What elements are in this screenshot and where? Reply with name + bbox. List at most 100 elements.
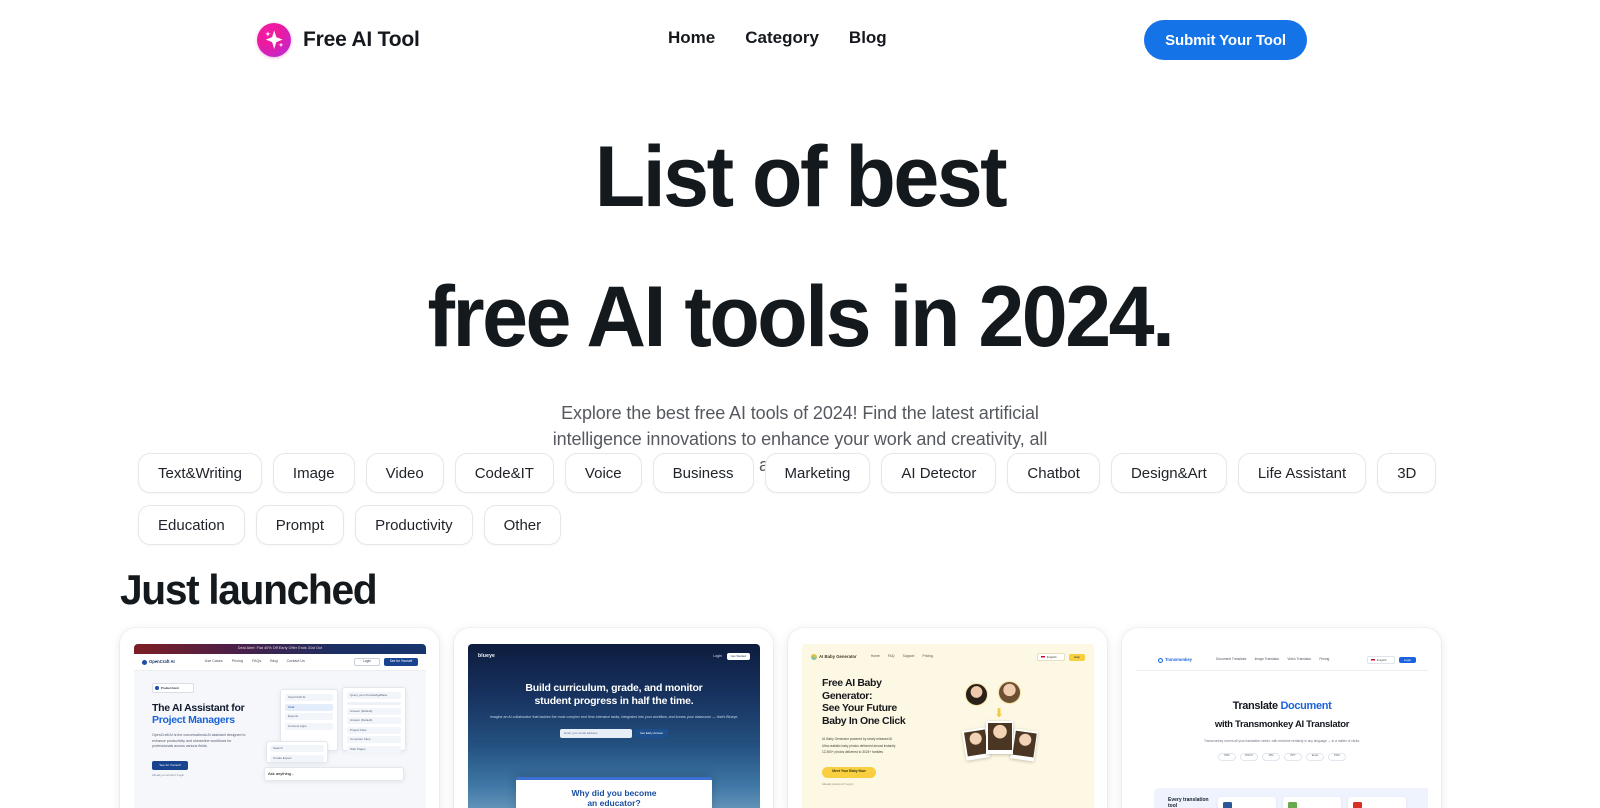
sparkle-icon <box>257 23 291 57</box>
promo-banner: Deal Alert: Flat 40% Off Early Offer End… <box>134 644 426 654</box>
login-button: Login <box>1398 656 1416 664</box>
panel-title: Every translation tool <box>1168 797 1209 808</box>
format-chip: PPT <box>1284 752 1302 761</box>
category-pill-ai-detector[interactable]: AI Detector <box>881 453 997 493</box>
search-panel: Search Create Expert <box>266 741 328 763</box>
tool-card-ai-baby-generator[interactable]: AI Baby Generator Home FAQ Support Prici… <box>788 628 1107 808</box>
category-pill-marketing[interactable]: Marketing <box>764 453 871 493</box>
tool-card-opencraft-ai[interactable]: Deal Alert: Flat 40% Off Early Offer End… <box>120 628 439 808</box>
category-pill-code-it[interactable]: Code&IT <box>454 453 554 493</box>
format-chip: PNG <box>1328 752 1346 761</box>
category-pill-other[interactable]: Other <box>483 505 562 545</box>
create-expert-button: Create Expert <box>270 754 324 762</box>
knowledge-base-panel: Query your KnowledgeBase Answer (Default… <box>342 687 406 753</box>
page-title-line-1: List of best <box>594 129 1008 225</box>
brand-logo[interactable]: Free AI Tool <box>257 23 420 57</box>
screenshot-nav-links: Document Translator Image Translator Vid… <box>1216 657 1329 662</box>
feature-bullets: #1 Baby Generator powered by newly relea… <box>822 736 948 756</box>
product-hunt-badge: Product Hunt <box>152 683 194 693</box>
early-access-button: Get Early Access <box>635 729 668 739</box>
help-button: Help <box>1068 653 1085 661</box>
overlay-card: Why did you become an educator? Were you… <box>516 777 712 808</box>
nav-link: Image Translator <box>1254 657 1280 662</box>
category-pill-image[interactable]: Image <box>272 453 355 493</box>
headline-prefix: Translate <box>1232 700 1281 712</box>
product-hunt-icon <box>155 686 159 690</box>
headline-line-1: Free AI Baby <box>822 677 882 689</box>
category-pill-voice[interactable]: Voice <box>564 453 642 493</box>
just-launched-card-grid: Deal Alert: Flat 40% Off Early Offer End… <box>120 628 1446 808</box>
nav-item-blog[interactable]: Blog <box>849 28 887 48</box>
brand-name: Free AI Tool <box>303 28 420 51</box>
screenshot-navbar: Transmonkey Document Translator Image Tr… <box>1136 644 1428 671</box>
transmonkey-brand: Transmonkey <box>1158 656 1192 663</box>
category-pill-chatbot[interactable]: Chatbot <box>1007 453 1100 493</box>
category-pill-business[interactable]: Business <box>652 453 754 493</box>
brand-label: Transmonkey <box>1165 656 1192 662</box>
screenshot-fine-print: Already joined us? Log in <box>822 781 854 786</box>
panel-option: Computer Files <box>347 736 401 743</box>
language-label: English <box>1376 657 1387 662</box>
category-pill-prompt[interactable]: Prompt <box>255 505 345 545</box>
screenshot-nav-links: Use Cases Pricing FAQs Blog Contact Us <box>204 659 305 664</box>
nav-link: FAQs <box>252 659 262 664</box>
screenshot-nav-right: Login Get Started <box>713 653 750 660</box>
email-signup-form: Enter your email address Get Early Acces… <box>468 729 760 739</box>
site-header: Free AI Tool Home Category Blog Submit Y… <box>0 0 1600 80</box>
page-title-line-2: free AI tools in 2024. <box>427 269 1175 365</box>
screenshot-paragraph: Imagine an AI collaborator that tackles … <box>489 715 739 719</box>
panel-item-chat: Chat <box>285 703 333 711</box>
category-pill-education[interactable]: Education <box>138 505 245 545</box>
screenshot-nav-buttons: Login See for Yourself <box>354 658 418 666</box>
category-pill-life-assistant[interactable]: Life Assistant <box>1237 453 1367 493</box>
format-chip: PDF <box>1218 752 1236 761</box>
tool-card-blueye[interactable]: blueye Login Get Started Build curriculu… <box>454 628 773 808</box>
rainbow-arc-icon <box>811 654 817 660</box>
format-chip: JPG <box>1262 752 1280 761</box>
parent-photo-father <box>998 681 1021 704</box>
ask-anything-input: Ask anything... <box>264 767 404 781</box>
screenshot-headline-line-2: with Transmonkey AI Translator <box>1214 719 1350 730</box>
tool-tile-word <box>1218 797 1276 808</box>
category-pill-text-writing[interactable]: Text&Writing <box>138 453 262 493</box>
category-pill-3d[interactable]: 3D <box>1377 453 1437 493</box>
tool-card-transmonkey[interactable]: Transmonkey Document Translator Image Tr… <box>1122 628 1441 808</box>
brand-label: AI Baby Generator <box>819 653 857 659</box>
screenshot-nav-right: English Login <box>1366 656 1416 664</box>
opencraft-brand: OpenCraft AI <box>142 659 175 665</box>
nav-link: Use Cases <box>204 659 223 664</box>
nav-item-category[interactable]: Category <box>745 28 849 48</box>
baby-generator-hero: AI Baby Generator Home FAQ Support Prici… <box>802 644 1094 808</box>
nav-link: Support <box>902 654 915 659</box>
tool-screenshot-transmonkey: Transmonkey Document Translator Image Tr… <box>1136 644 1428 808</box>
category-filter-list: Text&Writing Image Video Code&IT Voice B… <box>138 453 1448 545</box>
headline-line-1: Build curriculum, grade, and monitor <box>525 682 703 694</box>
hero-section: List of best free AI tools in 2024. Expl… <box>0 129 1600 478</box>
flag-icon <box>1370 658 1375 662</box>
screenshot-fine-print: Already a member? Login <box>152 772 185 777</box>
screenshot-hero-body: Free AI Baby Generator: See Your Future … <box>802 661 1094 785</box>
nav-link: Blog <box>270 659 278 664</box>
nav-link: FAQ <box>887 654 895 659</box>
panel-subtitle-line <box>347 701 401 705</box>
headline-line-3: See Your Future <box>822 702 897 714</box>
screenshot-cta-button: See for Yourself <box>152 760 188 770</box>
nav-link: Home <box>870 654 880 659</box>
language-selector: English <box>1366 656 1395 664</box>
category-pill-design-art[interactable]: Design&Art <box>1110 453 1227 493</box>
category-pill-video[interactable]: Video <box>365 453 444 493</box>
screenshot-hero: Product Hunt The AI Assistant for Projec… <box>134 671 426 808</box>
panel-option: Answer (Default) <box>347 717 401 724</box>
screenshot-headline: Build curriculum, grade, and monitor stu… <box>468 682 760 707</box>
screenshot-nav-right: English Help <box>1036 653 1085 661</box>
category-pill-productivity[interactable]: Productivity <box>355 505 473 545</box>
submit-your-tool-button[interactable]: Submit Your Tool <box>1144 20 1307 60</box>
screenshot-hero-left: Free AI Baby Generator: See Your Future … <box>822 677 948 785</box>
tool-tiles <box>1218 797 1406 808</box>
just-launched-heading: Just launched <box>120 566 378 613</box>
tool-screenshot-blueye: blueye Login Get Started Build curriculu… <box>468 644 760 808</box>
nav-item-home[interactable]: Home <box>668 28 745 48</box>
screenshot-headline: The AI Assistant for Project Managers <box>152 702 270 726</box>
get-started-button: Get Started <box>726 653 750 660</box>
screenshot-hero-right: ⬇ <box>948 677 1094 785</box>
